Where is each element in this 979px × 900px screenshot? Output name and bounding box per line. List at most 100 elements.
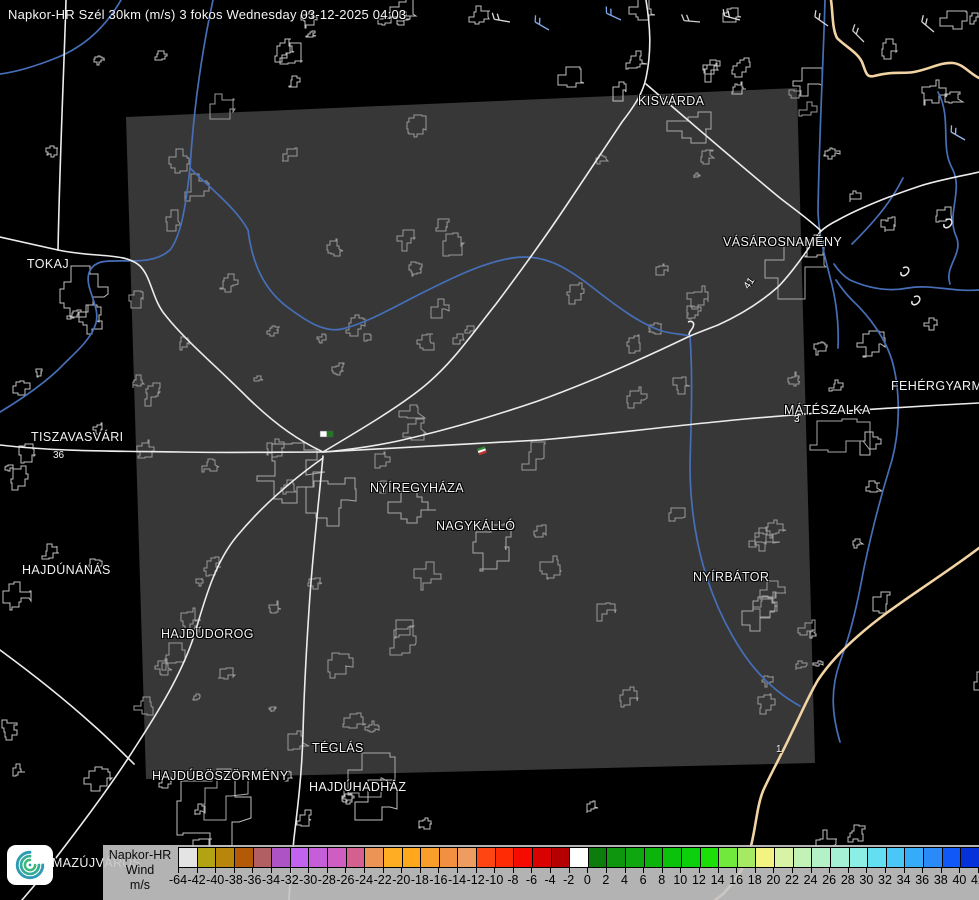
colorbar-tick-label: 36 — [915, 873, 929, 887]
city-label: KISVÁRDA — [638, 94, 704, 108]
colorbar-swatch — [681, 848, 700, 867]
legend-panel: Napkor-HR Wind m/s -64-42-40-38-36-34-32… — [103, 845, 979, 900]
colorbar-tick-label: 30 — [859, 873, 873, 887]
colorbar-tick-label: 0 — [584, 873, 591, 887]
colorbar-tick-label: 42 — [971, 873, 979, 887]
colorbar-swatch — [551, 848, 570, 867]
colorbar-swatch — [569, 848, 588, 867]
colorbar-swatch — [625, 848, 644, 867]
colorbar-tick-label: -2 — [563, 873, 574, 887]
colorbar-swatch — [960, 848, 979, 867]
colorbar-tick-label: -12 — [467, 873, 485, 887]
colorbar-swatch — [755, 848, 774, 867]
colorbar-swatch — [718, 848, 737, 867]
colorbar-tick-label: -24 — [355, 873, 373, 887]
colorbar-swatch — [849, 848, 868, 867]
colorbar-swatch — [253, 848, 272, 867]
colorbar-tick-label: -18 — [411, 873, 429, 887]
colorbar-tick-label: -6 — [526, 873, 537, 887]
colorbar-tick-label: -8 — [507, 873, 518, 887]
colorbar-swatch — [346, 848, 365, 867]
colorbar-tick-label: 22 — [785, 873, 799, 887]
timestamp-title: Napkor-HR Szél 30km (m/s) 3 fokos Wednes… — [8, 7, 406, 22]
colorbar-tick-label: 4 — [621, 873, 628, 887]
city-label: HAJDÚBÖSZÖRMÉNY — [152, 769, 289, 783]
colorbar-tick-label: 6 — [640, 873, 647, 887]
road-number-label: 1 — [776, 744, 782, 755]
colorbar-swatch — [700, 848, 719, 867]
colorbar-swatch — [364, 848, 383, 867]
colorbar-swatch — [830, 848, 849, 867]
city-label: TÉGLÁS — [312, 741, 364, 755]
spiral-icon — [12, 848, 48, 882]
city-label: FEHÉRGYARMAT — [891, 379, 979, 393]
colorbar-tick-label: 12 — [692, 873, 706, 887]
colorbar-tick-label: -30 — [299, 873, 317, 887]
city-label: VÁSÁROSNAMÉNY — [723, 235, 842, 249]
city-label: NYÍRBÁTOR — [693, 570, 769, 584]
colorbar-tick-label: 26 — [822, 873, 836, 887]
colorbar-tick-label: 32 — [878, 873, 892, 887]
colorbar-tick-label: 14 — [711, 873, 725, 887]
legend-title-block: Napkor-HR Wind m/s — [103, 848, 177, 893]
colorbar-swatch — [439, 848, 458, 867]
colorbar-swatch — [457, 848, 476, 867]
colorbar-tick-label: -64 — [169, 873, 187, 887]
colorbar-tick-label: -14 — [448, 873, 466, 887]
colorbar-swatch — [308, 848, 327, 867]
colorbar-tick-label: 10 — [673, 873, 687, 887]
colorbar-tick-label: -32 — [281, 873, 299, 887]
colorbar-tick-label: 2 — [602, 873, 609, 887]
colorbar-swatch — [197, 848, 216, 867]
city-marker — [327, 431, 333, 437]
colorbar-swatch — [737, 848, 756, 867]
colorbar-tick-label: -26 — [336, 873, 354, 887]
city-label: HAJDÚHADHÁZ — [309, 780, 406, 794]
colorbar-tick-label: -40 — [206, 873, 224, 887]
city-label: NYÍREGYHÁZA — [370, 481, 464, 495]
colorbar-swatch — [402, 848, 421, 867]
colorbar-tick-label: -22 — [374, 873, 392, 887]
colorbar-tick-label: -20 — [392, 873, 410, 887]
colorbar-swatch — [644, 848, 663, 867]
colorbar-swatch — [662, 848, 681, 867]
colorbar-tick-label: -42 — [188, 873, 206, 887]
storm-spiral-logo — [7, 845, 53, 885]
road-number-label: 36 — [53, 450, 64, 461]
colorbar-swatch — [513, 848, 532, 867]
colorbar-swatch — [886, 848, 905, 867]
road-number-label: 3 — [794, 414, 800, 425]
city-label: TOKAJ — [27, 257, 69, 271]
colorbar-tick-label: 28 — [841, 873, 855, 887]
colorbar-swatch — [327, 848, 346, 867]
colorbar-swatch — [383, 848, 402, 867]
colorbar-tick-label: 20 — [766, 873, 780, 887]
city-label: NAGYKÁLLÓ — [436, 519, 515, 533]
colorbar-tick-label: 8 — [658, 873, 665, 887]
colorbar-swatch — [811, 848, 830, 867]
colorbar-tick-label: 40 — [952, 873, 966, 887]
city-label: HAJDÚDOROG — [161, 627, 254, 641]
colorbar-swatch — [420, 848, 439, 867]
colorbar-tick-label: -38 — [225, 873, 243, 887]
colorbar-swatch — [234, 848, 253, 867]
colorbar-swatch — [923, 848, 942, 867]
colorbar-swatch — [215, 848, 234, 867]
colorbar-swatch — [942, 848, 961, 867]
colorbar-swatch — [606, 848, 625, 867]
colorbar-swatch — [271, 848, 290, 867]
city-label: HAJDÚNÁNÁS — [22, 563, 111, 577]
colorbar-tick-label: -28 — [318, 873, 336, 887]
colorbar-swatch — [904, 848, 923, 867]
colorbar-tick-label: -10 — [485, 873, 503, 887]
weather-map-screen: Napkor-HR Szél 30km (m/s) 3 fokos Wednes… — [0, 0, 979, 900]
colorbar-swatch — [290, 848, 309, 867]
colorbar-tick-label: 38 — [934, 873, 948, 887]
colorbar-swatch — [532, 848, 551, 867]
colorbar-tick-label: 16 — [729, 873, 743, 887]
legend-model-name: Napkor-HR — [103, 848, 177, 863]
colorbar-tick-label: -16 — [429, 873, 447, 887]
legend-variable: Wind — [103, 863, 177, 878]
colorbar-tick-label: -36 — [243, 873, 261, 887]
colorbar-tick-label: -4 — [545, 873, 556, 887]
